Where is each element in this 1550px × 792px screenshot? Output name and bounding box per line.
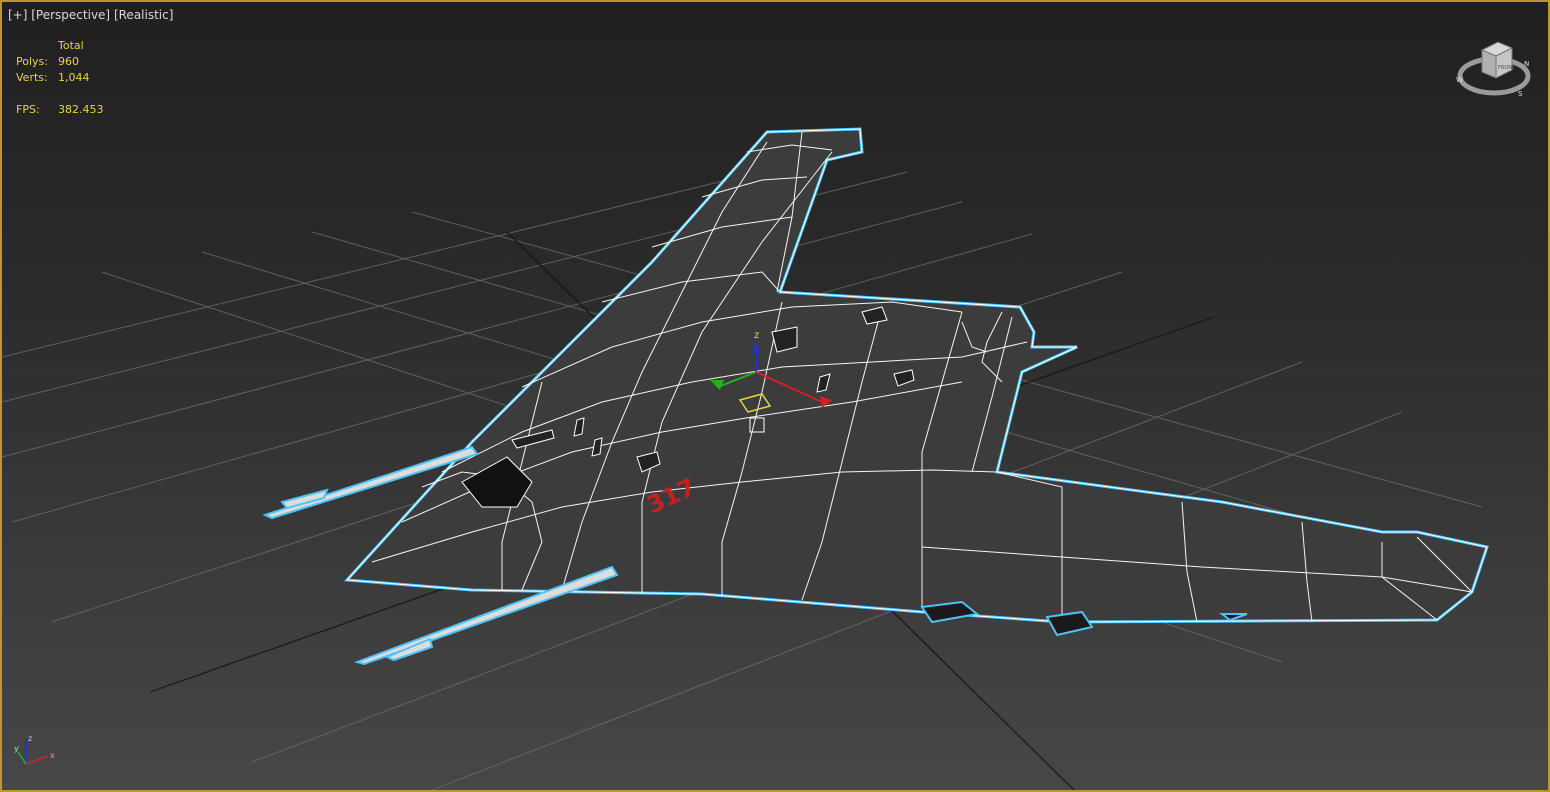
- compass-west-label: W: [1456, 76, 1463, 84]
- verts-label: Verts:: [16, 71, 48, 84]
- airplane-model[interactable]: 317: [262, 127, 1489, 666]
- viewport-pov-menu[interactable]: [Perspective]: [31, 8, 110, 22]
- hull-detail: [771, 326, 798, 353]
- fps-value: 382.453: [58, 103, 104, 116]
- stats-header: Total: [58, 39, 84, 52]
- viewport-label-menu[interactable]: [+] [Perspective] [Realistic]: [8, 8, 173, 22]
- pod: [1045, 610, 1094, 637]
- tripod-z-label: z: [28, 734, 32, 743]
- viewport-scene[interactable]: 317 z: [2, 2, 1550, 792]
- perspective-viewport[interactable]: 317 z [+] [Perspective] [Realistic] Tota…: [0, 0, 1550, 792]
- polys-label: Polys:: [16, 55, 48, 68]
- verts-value: 1,044: [58, 71, 90, 84]
- viewport-shading-menu[interactable]: [Realistic]: [114, 8, 173, 22]
- tripod-x-label: x: [50, 751, 55, 760]
- tripod-x-axis: [25, 755, 49, 765]
- tripod-y-label: y: [14, 744, 19, 753]
- viewport-plus-menu[interactable]: [+]: [8, 8, 27, 22]
- compass-north-label: N: [1524, 60, 1529, 68]
- aircraft-hull[interactable]: [343, 127, 1489, 624]
- viewcube[interactable]: FRONT W S N: [1454, 36, 1538, 102]
- compass-south-label: S: [1518, 90, 1523, 98]
- fps-label: FPS:: [16, 103, 40, 116]
- tripod-y-axis: [17, 751, 27, 765]
- world-axis-tripod: z x y: [14, 734, 55, 765]
- viewcube-face-label: FRONT: [1498, 65, 1516, 71]
- polys-value: 960: [58, 55, 79, 68]
- gizmo-z-label: z: [754, 330, 759, 341]
